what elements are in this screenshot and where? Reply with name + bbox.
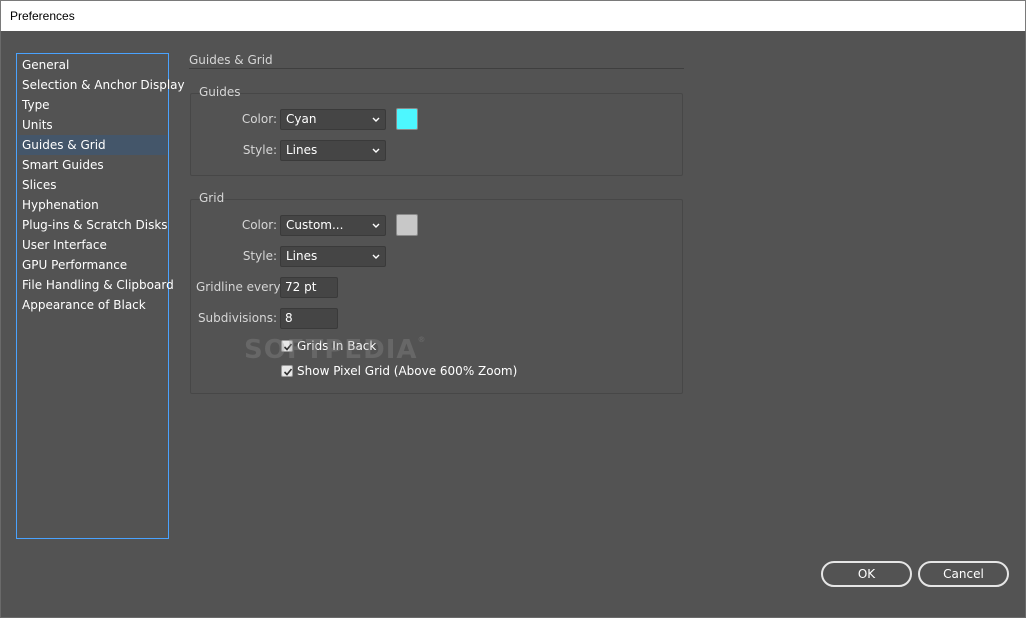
sidebar-item-user-interface[interactable]: User Interface [18,235,167,255]
checkmark-icon [283,368,293,376]
subdivisions-input[interactable]: 8 [280,308,338,329]
sidebar-item-gpu-performance[interactable]: GPU Performance [18,255,167,275]
ok-button[interactable]: OK [821,561,912,587]
grid-style-value: Lines [286,249,318,263]
chevron-down-icon [372,148,380,153]
guides-color-select[interactable]: Cyan [280,109,386,130]
chevron-down-icon [372,117,380,122]
sidebar-item-guides-grid[interactable]: Guides & Grid [18,135,167,155]
gridline-every-label: Gridline every: [196,280,284,294]
section-title: Guides & Grid [189,53,273,67]
cancel-button[interactable]: Cancel [918,561,1009,587]
sidebar-item-selection-anchor-display[interactable]: Selection & Anchor Display [18,75,185,95]
sidebar-item-file-handling-clipboard[interactable]: File Handling & Clipboard [18,275,174,295]
grid-color-select[interactable]: Custom... [280,215,386,236]
title-bar: Preferences [0,0,1026,31]
preferences-sidebar: General Selection & Anchor Display Type … [16,53,185,539]
chevron-down-icon [372,254,380,259]
sidebar-item-hyphenation[interactable]: Hyphenation [18,195,167,215]
section-divider [189,68,684,69]
guides-style-value: Lines [286,143,318,157]
guides-color-label: Color: [241,112,277,126]
gridline-every-input[interactable]: 72 pt [280,277,338,298]
guides-color-swatch[interactable] [396,108,418,130]
sidebar-item-appearance-of-black[interactable]: Appearance of Black [18,295,167,315]
sidebar-item-type[interactable]: Type [18,95,167,115]
sidebar-item-slices[interactable]: Slices [18,175,167,195]
grids-in-back-label: Grids In Back [297,339,377,353]
checkmark-icon [283,343,293,351]
grids-in-back-row[interactable]: Grids In Back [281,339,376,353]
pixel-grid-row[interactable]: Show Pixel Grid (Above 600% Zoom) [281,364,517,378]
chevron-down-icon [372,223,380,228]
guides-style-label: Style: [242,143,277,157]
grid-style-select[interactable]: Lines [280,246,386,267]
sidebar-item-units[interactable]: Units [18,115,167,135]
grid-color-value: Custom... [286,218,344,232]
subdivisions-label: Subdivisions: [197,311,277,325]
pixel-grid-checkbox[interactable] [281,365,293,377]
sidebar-item-plugins-scratch-disks[interactable]: Plug-ins & Scratch Disks [18,215,168,235]
sidebar-item-smart-guides[interactable]: Smart Guides [18,155,167,175]
guides-group [190,93,683,176]
guides-color-value: Cyan [286,112,317,126]
guides-group-title: Guides [199,85,241,99]
grid-group-title: Grid [199,191,225,205]
grid-style-label: Style: [242,249,277,263]
grid-color-swatch[interactable] [396,214,418,236]
sidebar-item-general[interactable]: General [18,55,167,75]
grid-color-label: Color: [241,218,277,232]
grids-in-back-checkbox[interactable] [281,340,293,352]
pixel-grid-label: Show Pixel Grid (Above 600% Zoom) [297,364,518,378]
window-title: Preferences [10,9,75,23]
guides-style-select[interactable]: Lines [280,140,386,161]
